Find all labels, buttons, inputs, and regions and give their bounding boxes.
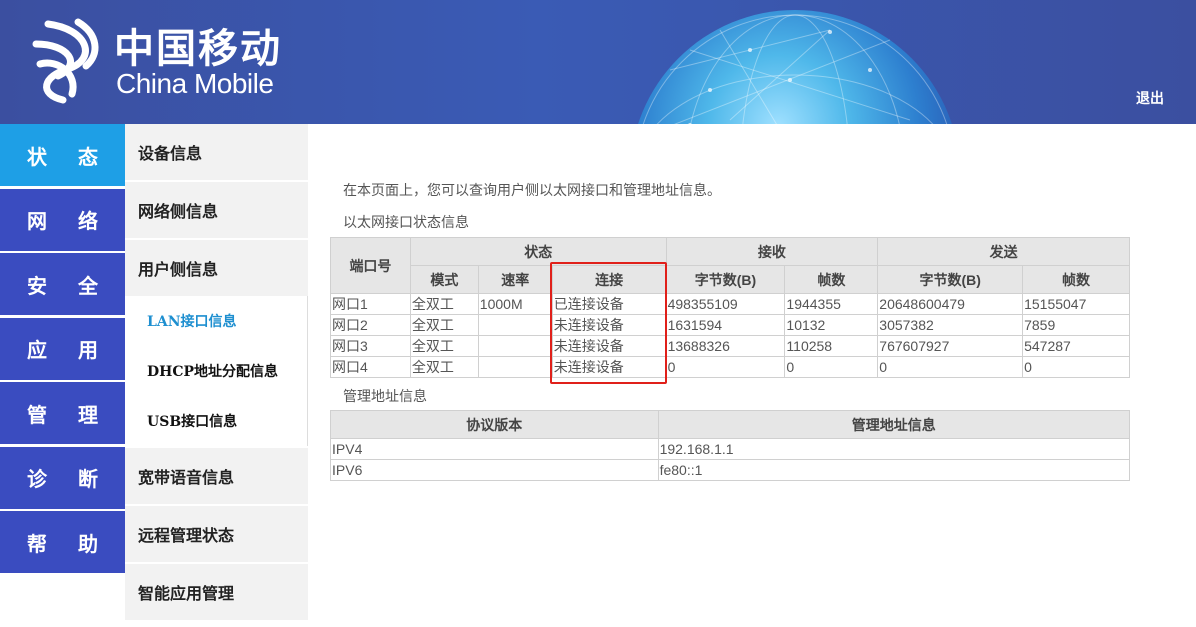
- nav-help[interactable]: 帮 助: [0, 511, 125, 573]
- nav-application[interactable]: 应 用: [0, 317, 125, 380]
- cell-rx-frames: 110258: [784, 335, 879, 357]
- cell-protocol: IPV6: [330, 459, 659, 481]
- logout-link[interactable]: 退出: [1136, 88, 1164, 108]
- subnav-smart-app[interactable]: 智能应用管理: [125, 564, 308, 620]
- header-mode: 模式: [409, 265, 479, 294]
- nav-management[interactable]: 管 理: [0, 382, 125, 444]
- cell-tx-frames: 15155047: [1022, 293, 1130, 315]
- header-send-frames: 帧数: [1022, 265, 1130, 294]
- brand-name-en: China Mobile: [116, 68, 274, 99]
- table-row: IPV4 192.168.1.1: [330, 438, 1131, 460]
- subnav-device-info[interactable]: 设备信息: [125, 124, 308, 180]
- header-banner: 中国移动 China Mobile 退出: [0, 0, 1196, 124]
- header-send: 发送: [877, 237, 1130, 266]
- cell-rate: 1000M: [477, 293, 553, 315]
- cell-rx-frames: 10132: [784, 314, 879, 336]
- cell-mode: 全双工: [409, 293, 479, 315]
- sub-nav: 设备信息 网络侧信息 用户侧信息 LAN接口信息 DHCP地址分配信息 USB接…: [125, 124, 308, 627]
- cell-address: 192.168.1.1: [657, 438, 1131, 460]
- nav-diagnosis[interactable]: 诊 断: [0, 446, 125, 509]
- subnav-user-side-children: LAN接口信息 DHCP地址分配信息 USB接口信息: [125, 296, 308, 446]
- cell-mode: 全双工: [409, 314, 479, 336]
- header-rate: 速率: [477, 265, 553, 294]
- subnav-usb-info[interactable]: USB接口信息: [125, 396, 307, 446]
- page-intro: 在本页面上，您可以查询用户侧以太网接口和管理地址信息。: [343, 183, 721, 199]
- brand-name-cn: 中国移动: [114, 26, 282, 72]
- cell-address: fe80::1: [657, 459, 1131, 481]
- cell-port: 网口4: [330, 356, 411, 378]
- cell-rx-frames: 1944355: [784, 293, 879, 315]
- nav-network[interactable]: 网 络: [0, 188, 125, 251]
- cell-rx-bytes: 0: [665, 356, 786, 378]
- header-port: 端口号: [330, 237, 411, 294]
- subnav-network-side-info[interactable]: 网络侧信息: [125, 182, 308, 238]
- cell-protocol: IPV4: [330, 438, 659, 460]
- cell-rx-bytes: 1631594: [665, 314, 786, 336]
- cell-port: 网口2: [330, 314, 411, 336]
- header-mgmt-address: 管理地址信息: [657, 410, 1131, 439]
- eth-section-title: 以太网接口状态信息: [343, 215, 469, 231]
- cell-mode: 全双工: [409, 356, 479, 378]
- cell-port: 网口1: [330, 293, 411, 315]
- subnav-dhcp-info[interactable]: DHCP地址分配信息: [125, 346, 307, 396]
- subnav-voice-info[interactable]: 宽带语音信息: [125, 448, 308, 504]
- cell-rate: [477, 314, 553, 336]
- header-protocol: 协议版本: [330, 410, 659, 439]
- subnav-remote-mgmt[interactable]: 远程管理状态: [125, 506, 308, 562]
- cell-tx-bytes: 3057382: [877, 314, 1024, 336]
- header-recv-bytes: 字节数(B): [665, 265, 786, 294]
- cell-mode: 全双工: [409, 335, 479, 357]
- globe-graphic: [630, 10, 960, 124]
- cell-rx-bytes: 498355109: [665, 293, 786, 315]
- nav-status[interactable]: 状 态: [0, 124, 125, 186]
- subnav-user-side-info[interactable]: 用户侧信息: [125, 240, 308, 296]
- header-send-bytes: 字节数(B): [877, 265, 1024, 294]
- cell-connection: 未连接设备: [551, 314, 667, 336]
- cell-rate: [477, 335, 553, 357]
- subnav-lan-info[interactable]: LAN接口信息: [125, 296, 307, 346]
- cell-tx-bytes: 0: [877, 356, 1024, 378]
- eth-status-table: 端口号 状态 接收 发送 模式 速率 连接 字节数(B) 帧数 字节数(B) 帧…: [330, 237, 1130, 378]
- cell-tx-frames: 547287: [1022, 335, 1130, 357]
- cell-connection: 未连接设备: [551, 335, 667, 357]
- table-row: 网口3 全双工 未连接设备 13688326 110258 767607927 …: [330, 335, 1130, 357]
- cell-connection: 未连接设备: [551, 356, 667, 378]
- cell-tx-frames: 0: [1022, 356, 1130, 378]
- cell-port: 网口3: [330, 335, 411, 357]
- table-row: IPV6 fe80::1: [330, 459, 1131, 481]
- main-nav: 状 态 网 络 安 全 应 用 管 理 诊 断 帮 助: [0, 124, 125, 576]
- cell-tx-bytes: 20648600479: [877, 293, 1024, 315]
- china-mobile-logo-icon: [28, 14, 104, 106]
- cell-rate: [477, 356, 553, 378]
- table-row: 网口2 全双工 未连接设备 1631594 10132 3057382 7859: [330, 314, 1130, 336]
- cell-connection: 已连接设备: [551, 293, 667, 315]
- header-recv-frames: 帧数: [784, 265, 879, 294]
- header-status: 状态: [409, 237, 667, 266]
- nav-security[interactable]: 安 全: [0, 253, 125, 315]
- cell-rx-bytes: 13688326: [665, 335, 786, 357]
- cell-rx-frames: 0: [784, 356, 879, 378]
- mgmt-address-table: 协议版本 管理地址信息 IPV4 192.168.1.1 IPV6 fe80::…: [330, 410, 1131, 481]
- mgmt-section-title: 管理地址信息: [343, 389, 427, 405]
- header-receive: 接收: [665, 237, 879, 266]
- table-row: 网口4 全双工 未连接设备 0 0 0 0: [330, 356, 1130, 378]
- table-row: 网口1 全双工 1000M 已连接设备 498355109 1944355 20…: [330, 293, 1130, 315]
- cell-tx-frames: 7859: [1022, 314, 1130, 336]
- cell-tx-bytes: 767607927: [877, 335, 1024, 357]
- header-connection: 连接: [551, 265, 667, 294]
